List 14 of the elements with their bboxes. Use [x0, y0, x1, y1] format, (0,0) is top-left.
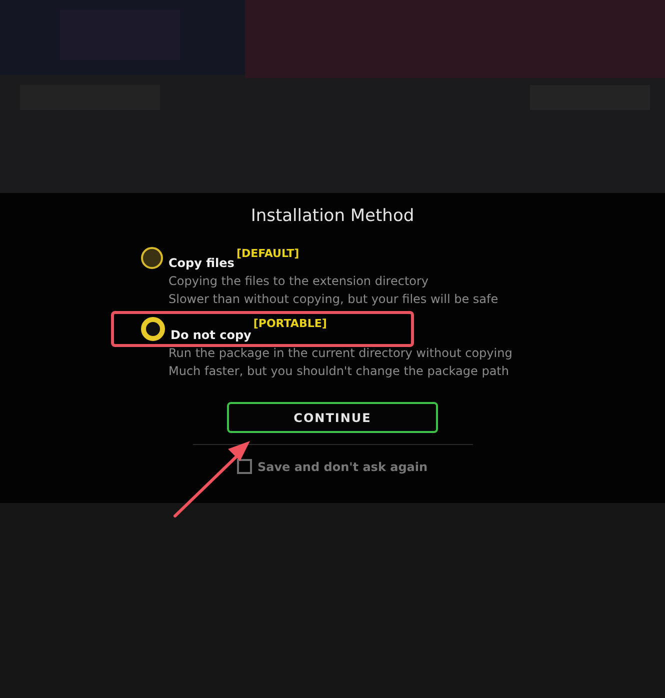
option-tag: [PORTABLE]: [253, 317, 327, 330]
option-description: Run the package in the current directory without copying: [168, 345, 514, 362]
option-description: Much faster, but you shouldn't change the package path: [168, 363, 510, 380]
option-label: Copy files: [168, 256, 234, 270]
dialog-title: Installation Method: [250, 206, 414, 226]
radio-button[interactable]: [140, 247, 162, 269]
option-description: Slower than without copying, but your files will be safe: [168, 291, 500, 308]
continue-button[interactable]: CONTINUE: [227, 402, 438, 433]
radio-button[interactable]: [140, 317, 164, 341]
option-label: Do not copy: [170, 328, 252, 342]
checkbox-label: Save and don't ask again: [257, 460, 428, 474]
checkbox[interactable]: [237, 459, 252, 474]
option-tag: [DEFAULT]: [236, 247, 300, 260]
option-description: Copying the files to the extension directory: [168, 273, 430, 290]
